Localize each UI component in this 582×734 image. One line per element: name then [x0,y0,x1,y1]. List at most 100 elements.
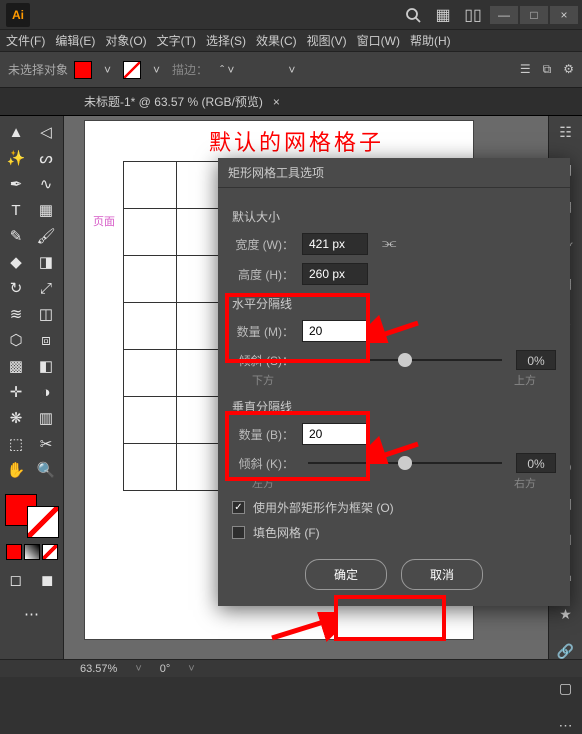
properties-panel-icon[interactable]: ☷ [555,124,577,141]
maximize-button[interactable]: □ [520,6,548,24]
align-icon[interactable]: ☰ [520,62,531,77]
rectangular-grid-options-dialog: 矩形网格工具选项 默认大小 宽度 (W)： ⫘ 高度 (H)： 水平分隔线 数量… [218,158,570,606]
rotate-tool[interactable]: ↻ [2,276,30,300]
default-size-heading: 默认大小 [232,208,556,225]
shaper-tool[interactable]: ◆ [2,250,30,274]
fill-stroke-control[interactable] [2,494,61,538]
skew-s-left-label: 下方 [252,372,274,388]
screen-mode-normal[interactable]: ◻ [2,568,30,592]
height-input[interactable] [302,263,368,285]
edit-toolbar[interactable]: ⋯ [2,602,61,626]
doc-tab-1[interactable]: 未标题-1* @ 63.57 % (RGB/预览) × [74,93,290,110]
links-panel-icon[interactable]: 🔗 [555,643,577,660]
menu-edit[interactable]: 编辑(E) [55,32,95,49]
fill-grid-checkbox[interactable]: 填色网格 (F) [232,524,556,541]
toolbox: ▲ ◁ ✨ ᔕ ✒ ∿ T ▦ ✎ 🖌 ◆ ◨ ↻ ⤢ ≋ ◫ ⬡ ⧈ ▩ ◧ … [0,116,64,659]
direct-selection-tool[interactable]: ◁ [32,120,60,144]
count-m-label: 数量 (M)： [232,323,294,340]
use-outer-rect-label: 使用外部矩形作为框架 (O) [253,499,394,516]
fill-swatch[interactable] [74,61,92,79]
zoom-level[interactable]: 63.57% [80,663,117,675]
minimize-button[interactable]: — [490,6,518,24]
skew-k-right-label: 右方 [514,475,536,491]
artboard-label: 页面 [93,213,115,229]
arrange-icon[interactable]: ⧉ [543,62,552,77]
menu-object[interactable]: 对象(O) [105,32,146,49]
width-label: 宽度 (W)： [232,236,294,253]
count-m-input[interactable] [302,320,368,342]
close-button[interactable]: × [550,6,578,24]
menu-window[interactable]: 窗口(W) [357,32,400,49]
blob-brush-tool[interactable]: 🖌 [32,224,60,248]
slice-tool[interactable]: ✂ [32,432,60,456]
count-b-input[interactable] [302,423,368,445]
fill-dropdown[interactable]: ˅ [98,63,117,77]
menu-effect[interactable]: 效果(C) [256,32,297,49]
column-graph-tool[interactable]: ▥ [32,406,60,430]
use-outer-rect-checkbox[interactable]: 使用外部矩形作为框架 (O) [232,499,556,516]
lasso-tool[interactable]: ᔕ [32,146,60,170]
menu-bar: 文件(F) 编辑(E) 对象(O) 文字(T) 选择(S) 效果(C) 视图(V… [0,30,582,52]
stroke-swatch[interactable] [123,61,141,79]
workspace-switcher-icon[interactable]: ▯▯ [460,2,486,28]
magic-wand-tool[interactable]: ✨ [2,146,30,170]
zoom-tool[interactable]: 🔍 [32,458,60,482]
ok-button[interactable]: 确定 [305,559,387,590]
brushdef-dropdown[interactable]: ˅ [282,63,301,77]
menu-help[interactable]: 帮助(H) [410,32,451,49]
vertical-dividers-heading: 垂直分隔线 [232,398,556,415]
cancel-button[interactable]: 取消 [401,559,483,590]
width-input[interactable] [302,233,368,255]
width-tool[interactable]: ≋ [2,302,30,326]
type-tool[interactable]: T [2,198,30,222]
selection-status: 未选择对象 [8,61,68,78]
skew-k-slider[interactable] [308,462,502,464]
curvature-tool[interactable]: ∿ [32,172,60,196]
menu-file[interactable]: 文件(F) [6,32,45,49]
blend-tool[interactable]: ◑ [32,380,60,404]
color-mode-none[interactable] [42,544,58,560]
screen-mode-full[interactable]: ◼ [34,568,62,592]
menu-type[interactable]: 文字(T) [157,32,196,49]
rotate-angle[interactable]: 0° [160,663,171,675]
doc-tab-close[interactable]: × [273,95,280,109]
skew-s-slider[interactable] [308,359,502,361]
big-stroke-swatch[interactable] [27,506,59,538]
eyedropper-tool[interactable]: ✛ [2,380,30,404]
gradient-tool[interactable]: ◧ [32,354,60,378]
arrange-documents-icon[interactable]: ▦ [430,2,456,28]
rectangular-grid-tool[interactable]: ▦ [32,198,60,222]
scale-tool[interactable]: ⤢ [32,276,60,300]
selection-tool[interactable]: ▲ [2,120,30,144]
height-label: 高度 (H)： [232,266,294,283]
paintbrush-tool[interactable]: ✎ [2,224,30,248]
pen-tool[interactable]: ✒ [2,172,30,196]
fill-grid-label: 填色网格 (F) [253,524,320,541]
hand-tool[interactable]: ✋ [2,458,30,482]
skew-k-label: 倾斜 (K)： [232,455,294,472]
prefs-icon[interactable]: ⚙ [563,62,574,77]
dialog-title: 矩形网格工具选项 [218,158,570,188]
symbol-sprayer-tool[interactable]: ❋ [2,406,30,430]
menu-view[interactable]: 视图(V) [307,32,347,49]
document-tabs: 未标题-1* @ 63.57 % (RGB/预览) × [0,88,582,116]
free-transform-tool[interactable]: ◫ [32,302,60,326]
color-mode-gradient[interactable] [24,544,40,560]
doc-tab-label: 未标题-1* @ 63.57 % (RGB/预览) [84,93,263,110]
artboard-tool[interactable]: ⬚ [2,432,30,456]
search-icon[interactable] [400,2,426,28]
more-panel-icon[interactable]: ⋯ [555,717,577,734]
shape-builder-tool[interactable]: ⬡ [2,328,30,352]
mesh-tool[interactable]: ▩ [2,354,30,378]
symbols-panel-icon[interactable]: ★ [555,606,577,623]
skew-s-value[interactable]: 0% [516,350,556,370]
perspective-grid-tool[interactable]: ⧈ [32,328,60,352]
stroke-dropdown[interactable]: ˅ [147,63,166,77]
artboards-panel-icon[interactable]: ▢ [555,680,577,697]
skew-k-value[interactable]: 0% [516,453,556,473]
strokeweight-dropdown[interactable]: ˆ ˅ [214,63,240,77]
color-mode-solid[interactable] [6,544,22,560]
eraser-tool[interactable]: ◨ [32,250,60,274]
menu-select[interactable]: 选择(S) [206,32,246,49]
constrain-proportions-icon[interactable]: ⫘ [382,235,396,253]
